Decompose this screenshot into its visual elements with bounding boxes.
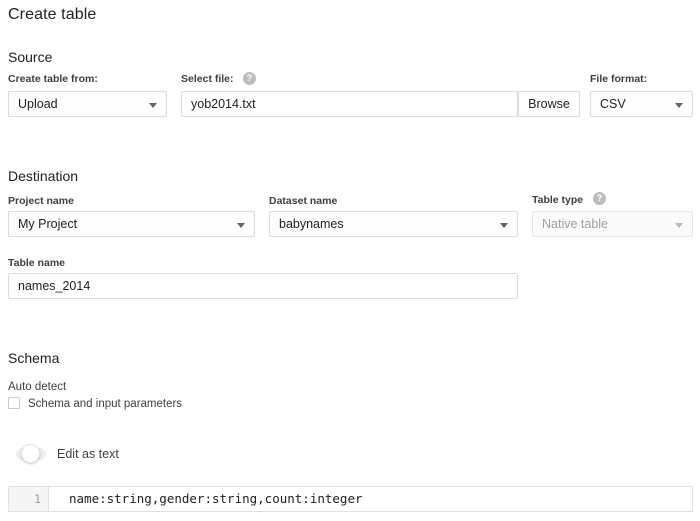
create-table-from-select[interactable]: Upload [8, 91, 167, 117]
chevron-down-icon [149, 103, 157, 108]
schema-section-heading: Schema [8, 350, 60, 366]
help-circle-icon-table-type[interactable]: ? [593, 192, 606, 205]
table-type-label: Table type [532, 194, 584, 206]
chevron-down-icon [500, 223, 508, 228]
source-section-heading: Source [8, 49, 53, 65]
file-format-select[interactable]: CSV [590, 91, 693, 117]
table-name-input[interactable]: names_2014 [8, 273, 518, 299]
table-name-value: names_2014 [18, 279, 91, 293]
file-format-label: File format: [590, 73, 648, 85]
edit-as-text-toggle-knob[interactable] [21, 444, 40, 463]
chevron-down-icon [237, 223, 245, 228]
create-table-from-value: Upload [18, 97, 58, 111]
file-format-value: CSV [600, 97, 626, 111]
schema-text-editor[interactable]: 1 name:string,gender:string,count:intege… [8, 486, 693, 512]
project-name-select[interactable]: My Project [8, 211, 255, 237]
create-table-from-label: Create table from: [8, 73, 98, 85]
editor-line-text[interactable]: name:string,gender:string,count:integer [49, 487, 692, 511]
table-type-value: Native table [542, 217, 609, 231]
editor-line-number: 1 [9, 487, 49, 511]
chevron-down-icon [675, 223, 683, 228]
page-title: Create table [8, 6, 97, 23]
dataset-name-value: babynames [279, 217, 344, 231]
chevron-down-icon [675, 103, 683, 108]
dataset-name-label: Dataset name [269, 195, 338, 207]
edit-as-text-label[interactable]: Edit as text [57, 447, 119, 461]
table-name-label: Table name [8, 257, 65, 269]
project-name-value: My Project [18, 217, 78, 231]
dataset-name-select[interactable]: babynames [269, 211, 518, 237]
select-file-value: yob2014.txt [191, 97, 256, 111]
create-table-page: Create table Source Create table from: U… [0, 0, 700, 521]
auto-detect-checkbox-label[interactable]: Schema and input parameters [28, 397, 182, 411]
browse-button[interactable]: Browse [518, 91, 580, 117]
auto-detect-checkbox[interactable] [8, 397, 20, 409]
project-name-label: Project name [8, 195, 74, 207]
destination-section-heading: Destination [8, 168, 79, 184]
select-file-label: Select file: [181, 73, 234, 85]
auto-detect-label: Auto detect [8, 381, 67, 393]
select-file-input[interactable]: yob2014.txt [181, 91, 518, 117]
help-circle-icon-select-file[interactable]: ? [243, 72, 256, 85]
table-type-select[interactable]: Native table [532, 211, 693, 237]
